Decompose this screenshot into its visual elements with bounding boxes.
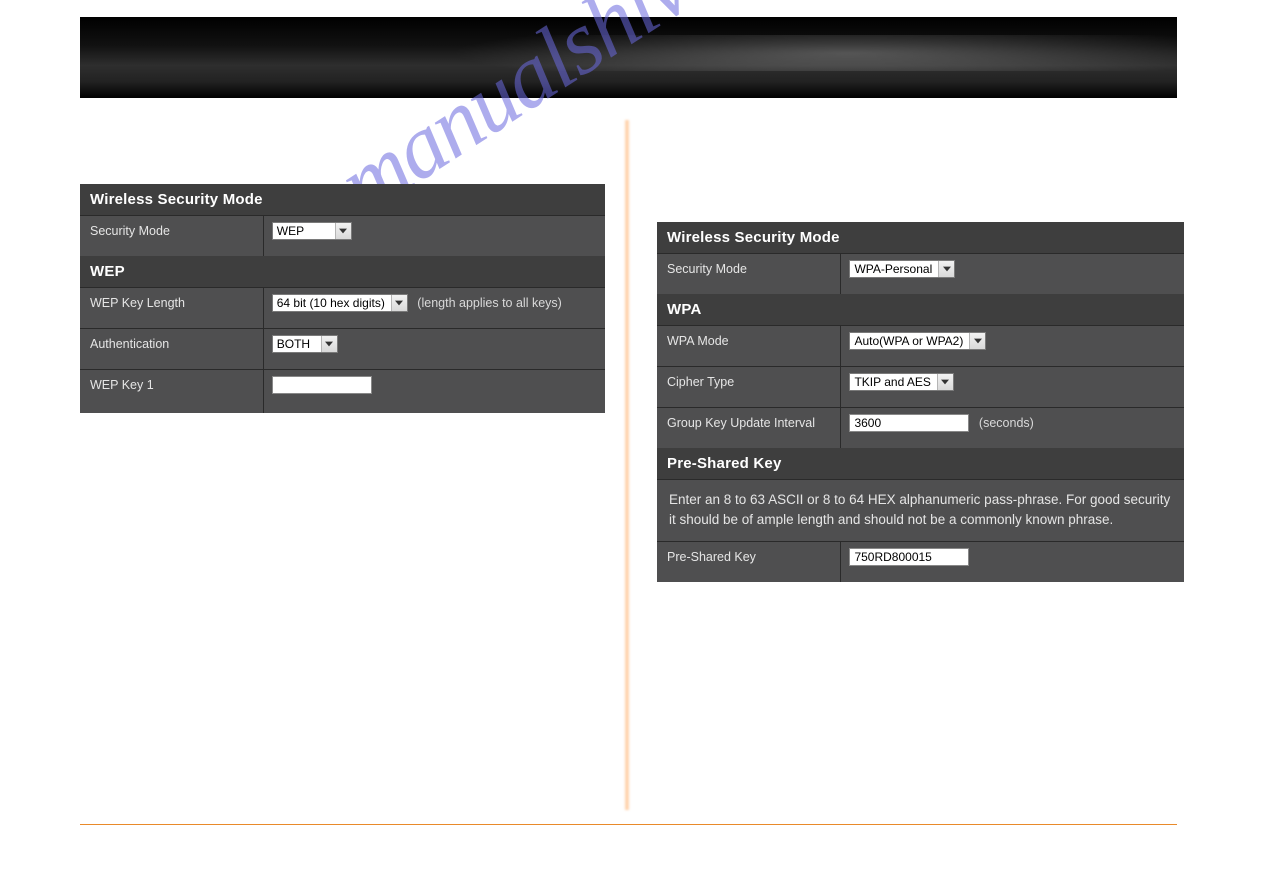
row-authentication: Authentication BOTH	[80, 328, 605, 369]
vertical-divider	[624, 120, 630, 810]
section-header-wireless-mode: Wireless Security Mode	[80, 184, 605, 215]
input-group-key-update[interactable]: 3600	[849, 414, 969, 432]
select-security-mode-value: WEP	[273, 223, 335, 239]
chevron-down-icon	[969, 333, 985, 349]
select-wep-key-length-value: 64 bit (10 hex digits)	[273, 295, 391, 311]
chevron-down-icon	[321, 336, 337, 352]
wep-settings-panel: Wireless Security Mode Security Mode WEP…	[80, 184, 605, 413]
top-banner	[80, 17, 1177, 98]
input-psk[interactable]: 750RD800015	[849, 548, 969, 566]
select-security-mode[interactable]: WEP	[272, 222, 352, 240]
wpa-settings-panel: Wireless Security Mode Security Mode WPA…	[657, 222, 1184, 582]
label-cipher-type: Cipher Type	[657, 367, 841, 407]
label-security-mode: Security Mode	[80, 216, 264, 256]
row-security-mode: Security Mode WPA-Personal	[657, 253, 1184, 294]
row-psk: Pre-Shared Key 750RD800015	[657, 541, 1184, 582]
label-wep-key-length: WEP Key Length	[80, 288, 264, 328]
label-wep-key-1: WEP Key 1	[80, 370, 264, 413]
label-wpa-mode: WPA Mode	[657, 326, 841, 366]
chevron-down-icon	[335, 223, 351, 239]
label-group-key-update: Group Key Update Interval	[657, 408, 841, 448]
label-authentication: Authentication	[80, 329, 264, 369]
row-security-mode: Security Mode WEP	[80, 215, 605, 256]
select-authentication-value: BOTH	[273, 336, 321, 352]
select-wpa-mode-value: Auto(WPA or WPA2)	[850, 333, 969, 349]
section-header-psk: Pre-Shared Key	[657, 448, 1184, 479]
footer-divider	[80, 824, 1177, 825]
label-security-mode: Security Mode	[657, 254, 841, 294]
select-security-mode-value: WPA-Personal	[850, 261, 938, 277]
row-wep-key-length: WEP Key Length 64 bit (10 hex digits) (l…	[80, 287, 605, 328]
row-wep-key-1: WEP Key 1	[80, 369, 605, 413]
chevron-down-icon	[937, 374, 953, 390]
row-wpa-mode: WPA Mode Auto(WPA or WPA2)	[657, 325, 1184, 366]
row-cipher-type: Cipher Type TKIP and AES	[657, 366, 1184, 407]
section-header-wireless-mode: Wireless Security Mode	[657, 222, 1184, 253]
hint-wep-key-length: (length applies to all keys)	[417, 296, 562, 310]
row-group-key-update: Group Key Update Interval 3600 (seconds)	[657, 407, 1184, 448]
select-wpa-mode[interactable]: Auto(WPA or WPA2)	[849, 332, 986, 350]
unit-group-key-update: (seconds)	[979, 416, 1034, 430]
select-security-mode[interactable]: WPA-Personal	[849, 260, 955, 278]
select-authentication[interactable]: BOTH	[272, 335, 338, 353]
section-header-wpa: WPA	[657, 294, 1184, 325]
select-cipher-type-value: TKIP and AES	[850, 374, 937, 390]
chevron-down-icon	[391, 295, 407, 311]
select-cipher-type[interactable]: TKIP and AES	[849, 373, 954, 391]
section-header-wep: WEP	[80, 256, 605, 287]
label-psk: Pre-Shared Key	[657, 542, 841, 582]
psk-description: Enter an 8 to 63 ASCII or 8 to 64 HEX al…	[657, 479, 1184, 541]
chevron-down-icon	[938, 261, 954, 277]
input-wep-key-1[interactable]	[272, 376, 372, 394]
select-wep-key-length[interactable]: 64 bit (10 hex digits)	[272, 294, 408, 312]
